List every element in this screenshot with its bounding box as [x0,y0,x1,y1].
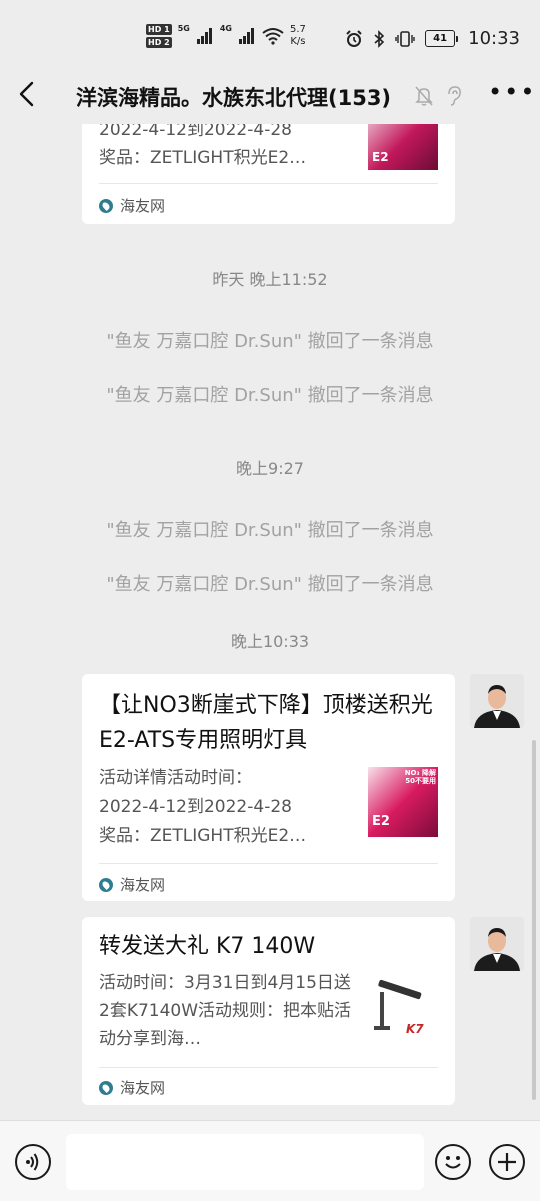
card-thumbnail: NO₃ 降解 50不要用 E2 [368,767,438,837]
chat-header: 洋滨海精品。水族东北代理(153) ••• [0,66,540,124]
input-bar [0,1120,540,1201]
back-arrow-icon[interactable] [14,79,42,109]
recall-notice: "鱼友 万嘉口腔 Dr.Sun" 撤回了一条消息 [106,574,434,595]
link-card-k7[interactable]: 转发送大礼 K7 140W 活动时间：3月31日到4月15日送2套K7140W活… [82,917,455,1105]
hd2-badge: HD 2 [146,37,172,48]
source-label: 海友网 [120,197,166,215]
card-thumbnail: K7 [368,978,438,1048]
battery-icon: 41 [425,30,459,47]
recall-notice: "鱼友 万嘉口腔 Dr.Sun" 撤回了一条消息 [106,331,434,352]
net-speed-unit: K/s [290,36,306,47]
message-input[interactable] [66,1134,424,1190]
signal-5g-icon [196,28,212,44]
alarm-icon [346,29,362,47]
card-desc-line: 奖品：ZETLIGHT积光E2… [99,826,307,846]
card-divider [99,863,438,864]
card-source: 海友网 [99,1077,165,1098]
card-desc: 活动时间：3月31日到4月15日送2套K7140W活动规则：把本贴活动分享到海… [99,973,352,1049]
vibrate-icon [395,30,415,47]
link-card-top[interactable]: 2022-4-12到2022-4-28 奖品：ZETLIGHT积光E2… E2 … [82,124,455,224]
avatar-photo [470,917,524,971]
emoji-icon [445,1156,461,1169]
card-divider [99,183,438,184]
source-label: 海友网 [120,876,166,894]
card-desc-line: 2022-4-12到2022-4-28 [99,797,292,817]
thumb-text: K7 [406,1022,424,1036]
timestamp: 晚上10:33 [230,632,310,651]
clock: 10:33 [468,28,520,49]
card-divider [99,1067,438,1068]
status-right: 41 10:33 [345,28,520,49]
avatar[interactable] [470,674,524,728]
timestamp: 昨天 晚上11:52 [212,270,328,289]
message-list[interactable]: 2022-4-12到2022-4-28 奖品：ZETLIGHT积光E2… E2 … [0,124,540,1120]
thumb-text: E2 [372,150,389,164]
emoji-button[interactable] [435,1144,471,1180]
signal-4g-label: 4G [219,24,232,33]
net-speed-value: 5.7 [289,24,306,35]
source-logo-icon [99,1080,113,1095]
bell-mute-icon [415,86,433,106]
signal-5g-label: 5G [177,24,190,33]
ear-icon [448,86,461,106]
card-source: 海友网 [99,874,165,895]
card-desc-line: 2022-4-12到2022-4-28 [99,124,292,140]
card-desc-line: 奖品：ZETLIGHT积光E2… [99,148,307,168]
lamp-image [374,979,422,1030]
more-icon[interactable]: ••• [488,80,536,104]
source-label: 海友网 [120,1079,166,1097]
thumb-badge: NO₃ 降解 50不要用 [404,769,436,785]
card-source: 海友网 [99,195,165,216]
link-card-no3[interactable]: 【让NO3断崖式下降】顶楼送积光E2-ATS专用照明灯具 活动详情活动时间： 2… [82,674,455,901]
hd1-badge: HD 1 [146,24,172,35]
wifi-icon [262,28,284,45]
thumb-text: E2 [372,814,390,829]
timestamp: 晚上9:27 [236,459,304,478]
network-indicators: HD 1 HD 2 5G 4G 5.7 K/s [146,24,306,48]
voice-icon [26,1153,39,1171]
source-logo-icon [99,877,113,892]
card-title: 【让NO3断崖式下降】顶楼送积光E2-ATS专用照明灯具 [99,693,433,753]
scrollbar[interactable] [532,740,536,1100]
card-thumbnail: E2 [368,124,438,170]
plus-button[interactable] [489,1144,525,1180]
card-title: 转发送大礼 K7 140W [99,934,316,959]
card-desc-line: 活动详情活动时间： [99,768,252,788]
voice-button[interactable] [15,1144,51,1180]
battery-level: 41 [433,33,448,44]
chat-title: 洋滨海精品。水族东北代理(153) [76,86,392,110]
signal-4g-icon [238,28,254,44]
recall-notice: "鱼友 万嘉口腔 Dr.Sun" 撤回了一条消息 [106,520,434,541]
avatar-photo [470,674,524,728]
recall-notice: "鱼友 万嘉口腔 Dr.Sun" 撤回了一条消息 [106,385,434,406]
plus-icon [498,1153,516,1171]
bluetooth-icon [374,29,385,48]
avatar[interactable] [470,917,524,971]
source-logo-icon [99,198,113,213]
